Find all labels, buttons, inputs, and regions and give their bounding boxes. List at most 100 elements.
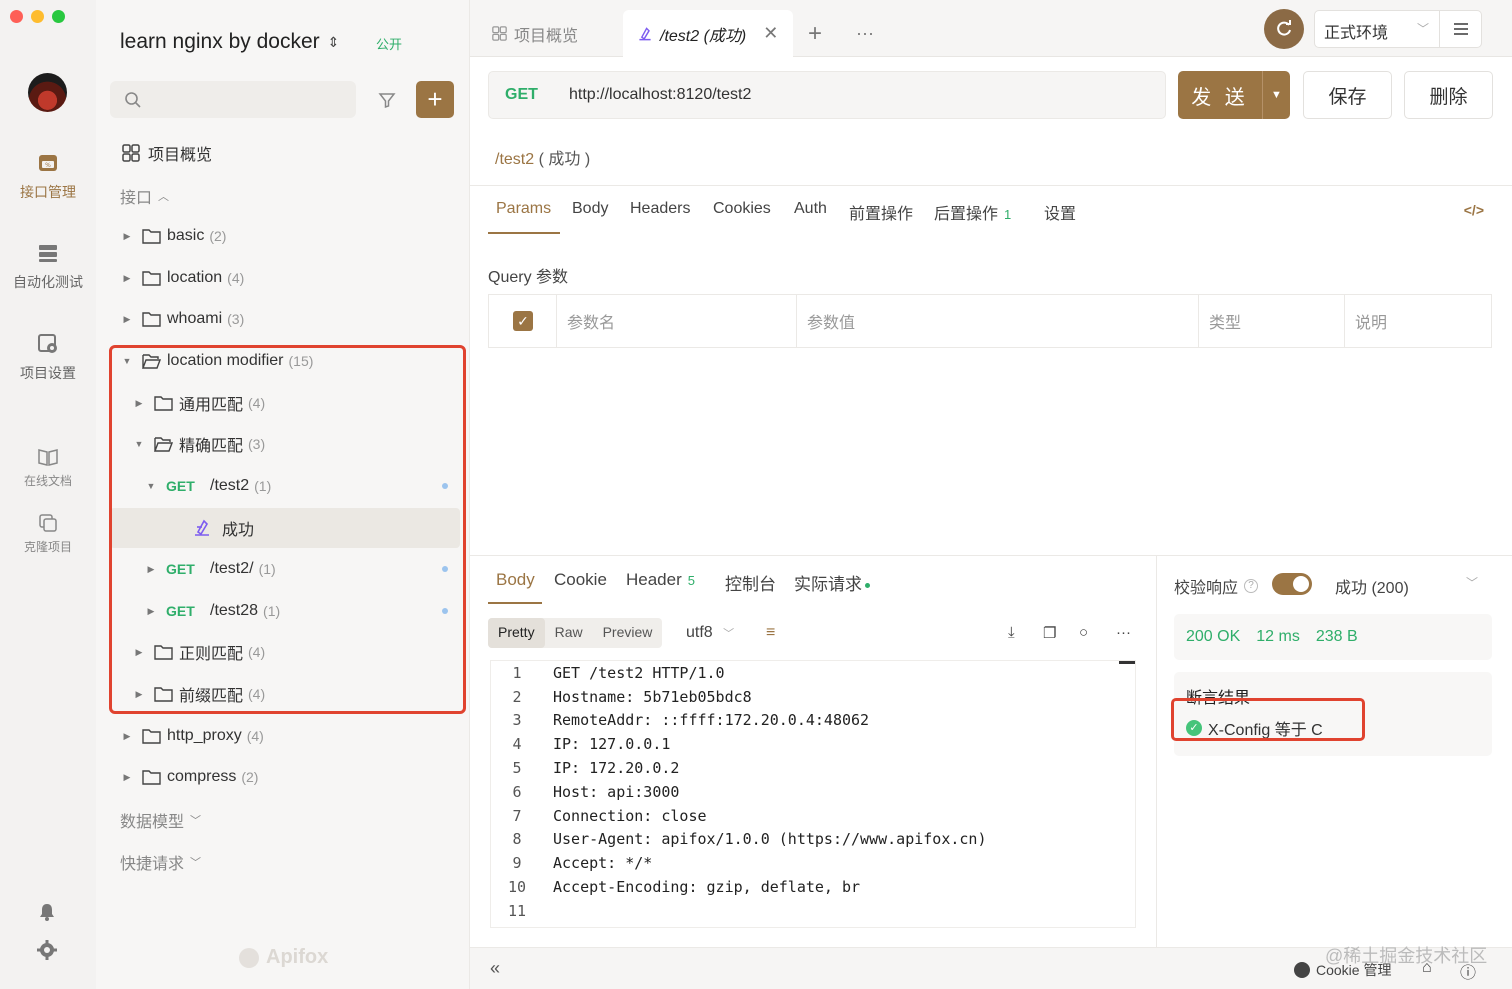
cookie-manager-button[interactable]: Cookie 管理	[1294, 960, 1391, 980]
breadcrumb-path[interactable]: /test2	[495, 151, 534, 168]
project-overview-item[interactable]: 项目概览	[96, 133, 470, 173]
tree-api-test28[interactable]: ▶ GET /test28 (1)	[96, 591, 470, 631]
close-icon[interactable]: ✕	[763, 23, 778, 44]
search-input[interactable]	[110, 81, 356, 118]
wrap-lines-icon[interactable]: ≡	[766, 624, 775, 642]
tab-pre-operations[interactable]: 前置操作	[849, 200, 913, 224]
tab-post-operations[interactable]: 后置操作 1	[934, 200, 1011, 224]
tree-folder-whoami[interactable]: ▶ whoami (3)	[96, 299, 470, 339]
overview-label: 项目概览	[148, 147, 213, 164]
delete-button[interactable]: 删除	[1404, 71, 1493, 119]
tree-count: (4)	[248, 686, 266, 702]
environment-select[interactable]: 正式环境 ﹀	[1314, 10, 1440, 48]
chevron-down-icon[interactable]: ▼	[1262, 71, 1290, 119]
response-metrics: 200 OK 12 ms 238 B	[1174, 614, 1492, 660]
format-raw[interactable]: Raw	[545, 618, 593, 648]
environment-menu-button[interactable]	[1440, 10, 1482, 48]
gear-icon[interactable]	[37, 940, 57, 960]
code-icon[interactable]: </>	[1464, 202, 1484, 218]
bell-icon[interactable]	[37, 902, 57, 922]
tree-folder-exact-match[interactable]: ▼ 精确匹配 (3)	[96, 424, 470, 464]
response-tab-console[interactable]: 控制台	[725, 570, 776, 595]
tree-folder-location-modifier[interactable]: ▼ location modifier (15)	[96, 341, 470, 381]
more-tabs-icon[interactable]: ···	[856, 10, 874, 57]
tree-label: /test28	[210, 602, 259, 619]
tree-folder-general-match[interactable]: ▶ 通用匹配 (4)	[96, 383, 470, 423]
tree-folder-location[interactable]: ▶ location (4)	[96, 258, 470, 298]
tab-label: 项目概览	[514, 27, 579, 45]
url-input[interactable]: http://localhost:8120/test2	[569, 86, 751, 104]
method-select[interactable]: GET	[505, 86, 569, 104]
tree-api-test2[interactable]: ▼ GET /test2 (1)	[96, 466, 470, 506]
response-body-viewer[interactable]: 1 GET /test2 HTTP/1.0 2 Hostname: 5b71eb05…	[490, 660, 1136, 928]
download-icon[interactable]: ⤓	[1008, 624, 1015, 641]
tree-api-test2-slash[interactable]: ▶ GET /test2/(1)	[96, 549, 470, 589]
scrollbar[interactable]	[1119, 661, 1135, 683]
tree-folder-regex-match[interactable]: ▶ 正则匹配 (4)	[96, 632, 470, 672]
rail-item-automation[interactable]: 自动化测试	[0, 242, 96, 292]
tree-folder-compress[interactable]: ▶ compress (2)	[96, 757, 470, 797]
encoding-label: utf8	[686, 624, 713, 641]
format-pretty[interactable]: Pretty	[488, 618, 545, 648]
avatar[interactable]	[28, 73, 67, 112]
tab-params[interactable]: Params	[496, 200, 551, 218]
tab-project-overview[interactable]: 项目概览	[492, 10, 578, 57]
rail-item-clone-project[interactable]: 克隆项目	[0, 512, 96, 555]
code-text: IP: 172.20.0.2	[553, 759, 680, 778]
verify-toggle[interactable]	[1272, 573, 1312, 595]
rail-item-api-management[interactable]: % 接口管理	[0, 152, 96, 202]
tree-folder-http-proxy[interactable]: ▶ http_proxy (4)	[96, 716, 470, 756]
tree-folder-basic[interactable]: ▶ basic (2)	[96, 216, 470, 256]
tree-folder-prefix-match[interactable]: ▶ 前缀匹配 (4)	[96, 674, 470, 714]
copy-icon[interactable]: ❐	[1043, 624, 1056, 642]
add-button[interactable]: +	[416, 81, 454, 118]
filter-button[interactable]	[368, 81, 405, 118]
tab-headers[interactable]: Headers	[630, 200, 690, 218]
project-switcher[interactable]: learn nginx by docker ⇕	[120, 30, 339, 54]
data-models-toggle[interactable]: 数据模型 ﹀	[120, 808, 201, 832]
tree-count: (2)	[209, 228, 227, 244]
zoom-window-button[interactable]	[52, 10, 65, 23]
tab-cookies[interactable]: Cookies	[713, 200, 771, 218]
send-button[interactable]: 发 送 ▼	[1178, 71, 1290, 119]
encoding-select[interactable]: utf8 ﹀	[686, 624, 734, 642]
response-tab-body[interactable]: Body	[496, 570, 535, 590]
tab-settings[interactable]: 设置	[1044, 200, 1076, 224]
rail-item-online-docs[interactable]: 在线文档	[0, 446, 96, 489]
minimize-window-button[interactable]	[31, 10, 44, 23]
search-icon[interactable]: ○	[1079, 624, 1088, 641]
check-circle-icon: ✓	[1186, 720, 1202, 736]
format-preview[interactable]: Preview	[593, 618, 663, 648]
response-tab-actual-request[interactable]: 实际请求	[794, 570, 870, 595]
save-button[interactable]: 保存	[1303, 71, 1392, 119]
tab-test2-success[interactable]: /test2 (成功) ✕	[623, 10, 793, 57]
response-tab-header[interactable]: Header 5	[626, 570, 695, 590]
automation-test-icon	[39, 245, 57, 262]
tree-case-success[interactable]: 成功	[110, 508, 460, 548]
shirt-icon[interactable]: ⌂	[1422, 959, 1432, 977]
tree-count: (4)	[248, 395, 266, 411]
response-size: 238 B	[1315, 628, 1358, 645]
quick-requests-toggle[interactable]: 快捷请求 ﹀	[120, 850, 201, 874]
response-status-select[interactable]: 成功 (200)	[1335, 574, 1409, 598]
collapse-sidebar-icon[interactable]: «	[490, 958, 500, 979]
api-management-icon: %	[39, 155, 57, 171]
new-tab-button[interactable]: +	[808, 10, 822, 57]
sync-button[interactable]	[1264, 9, 1304, 49]
rail-item-project-settings[interactable]: 项目设置	[0, 333, 96, 383]
line-number: 10	[507, 878, 527, 897]
quick-requests-label: 快捷请求	[120, 856, 185, 873]
interfaces-section-toggle[interactable]: 接口 ︿	[120, 184, 169, 208]
close-window-button[interactable]	[10, 10, 23, 23]
help-icon[interactable]: ?	[1244, 579, 1259, 593]
code-line: 1 GET /test2 HTTP/1.0	[491, 661, 1135, 685]
help-icon[interactable]: ⓘ	[1460, 959, 1476, 983]
select-all-checkbox[interactable]: ✓	[513, 311, 533, 331]
response-tab-cookie[interactable]: Cookie	[554, 570, 607, 590]
tab-body[interactable]: Body	[572, 200, 608, 218]
more-icon[interactable]: ···	[1116, 624, 1131, 641]
chevron-down-icon[interactable]: ﹀	[1466, 574, 1478, 591]
panel-divider[interactable]	[1156, 556, 1157, 948]
cookie-label: Cookie 管理	[1316, 962, 1392, 978]
tab-auth[interactable]: Auth	[794, 200, 827, 218]
